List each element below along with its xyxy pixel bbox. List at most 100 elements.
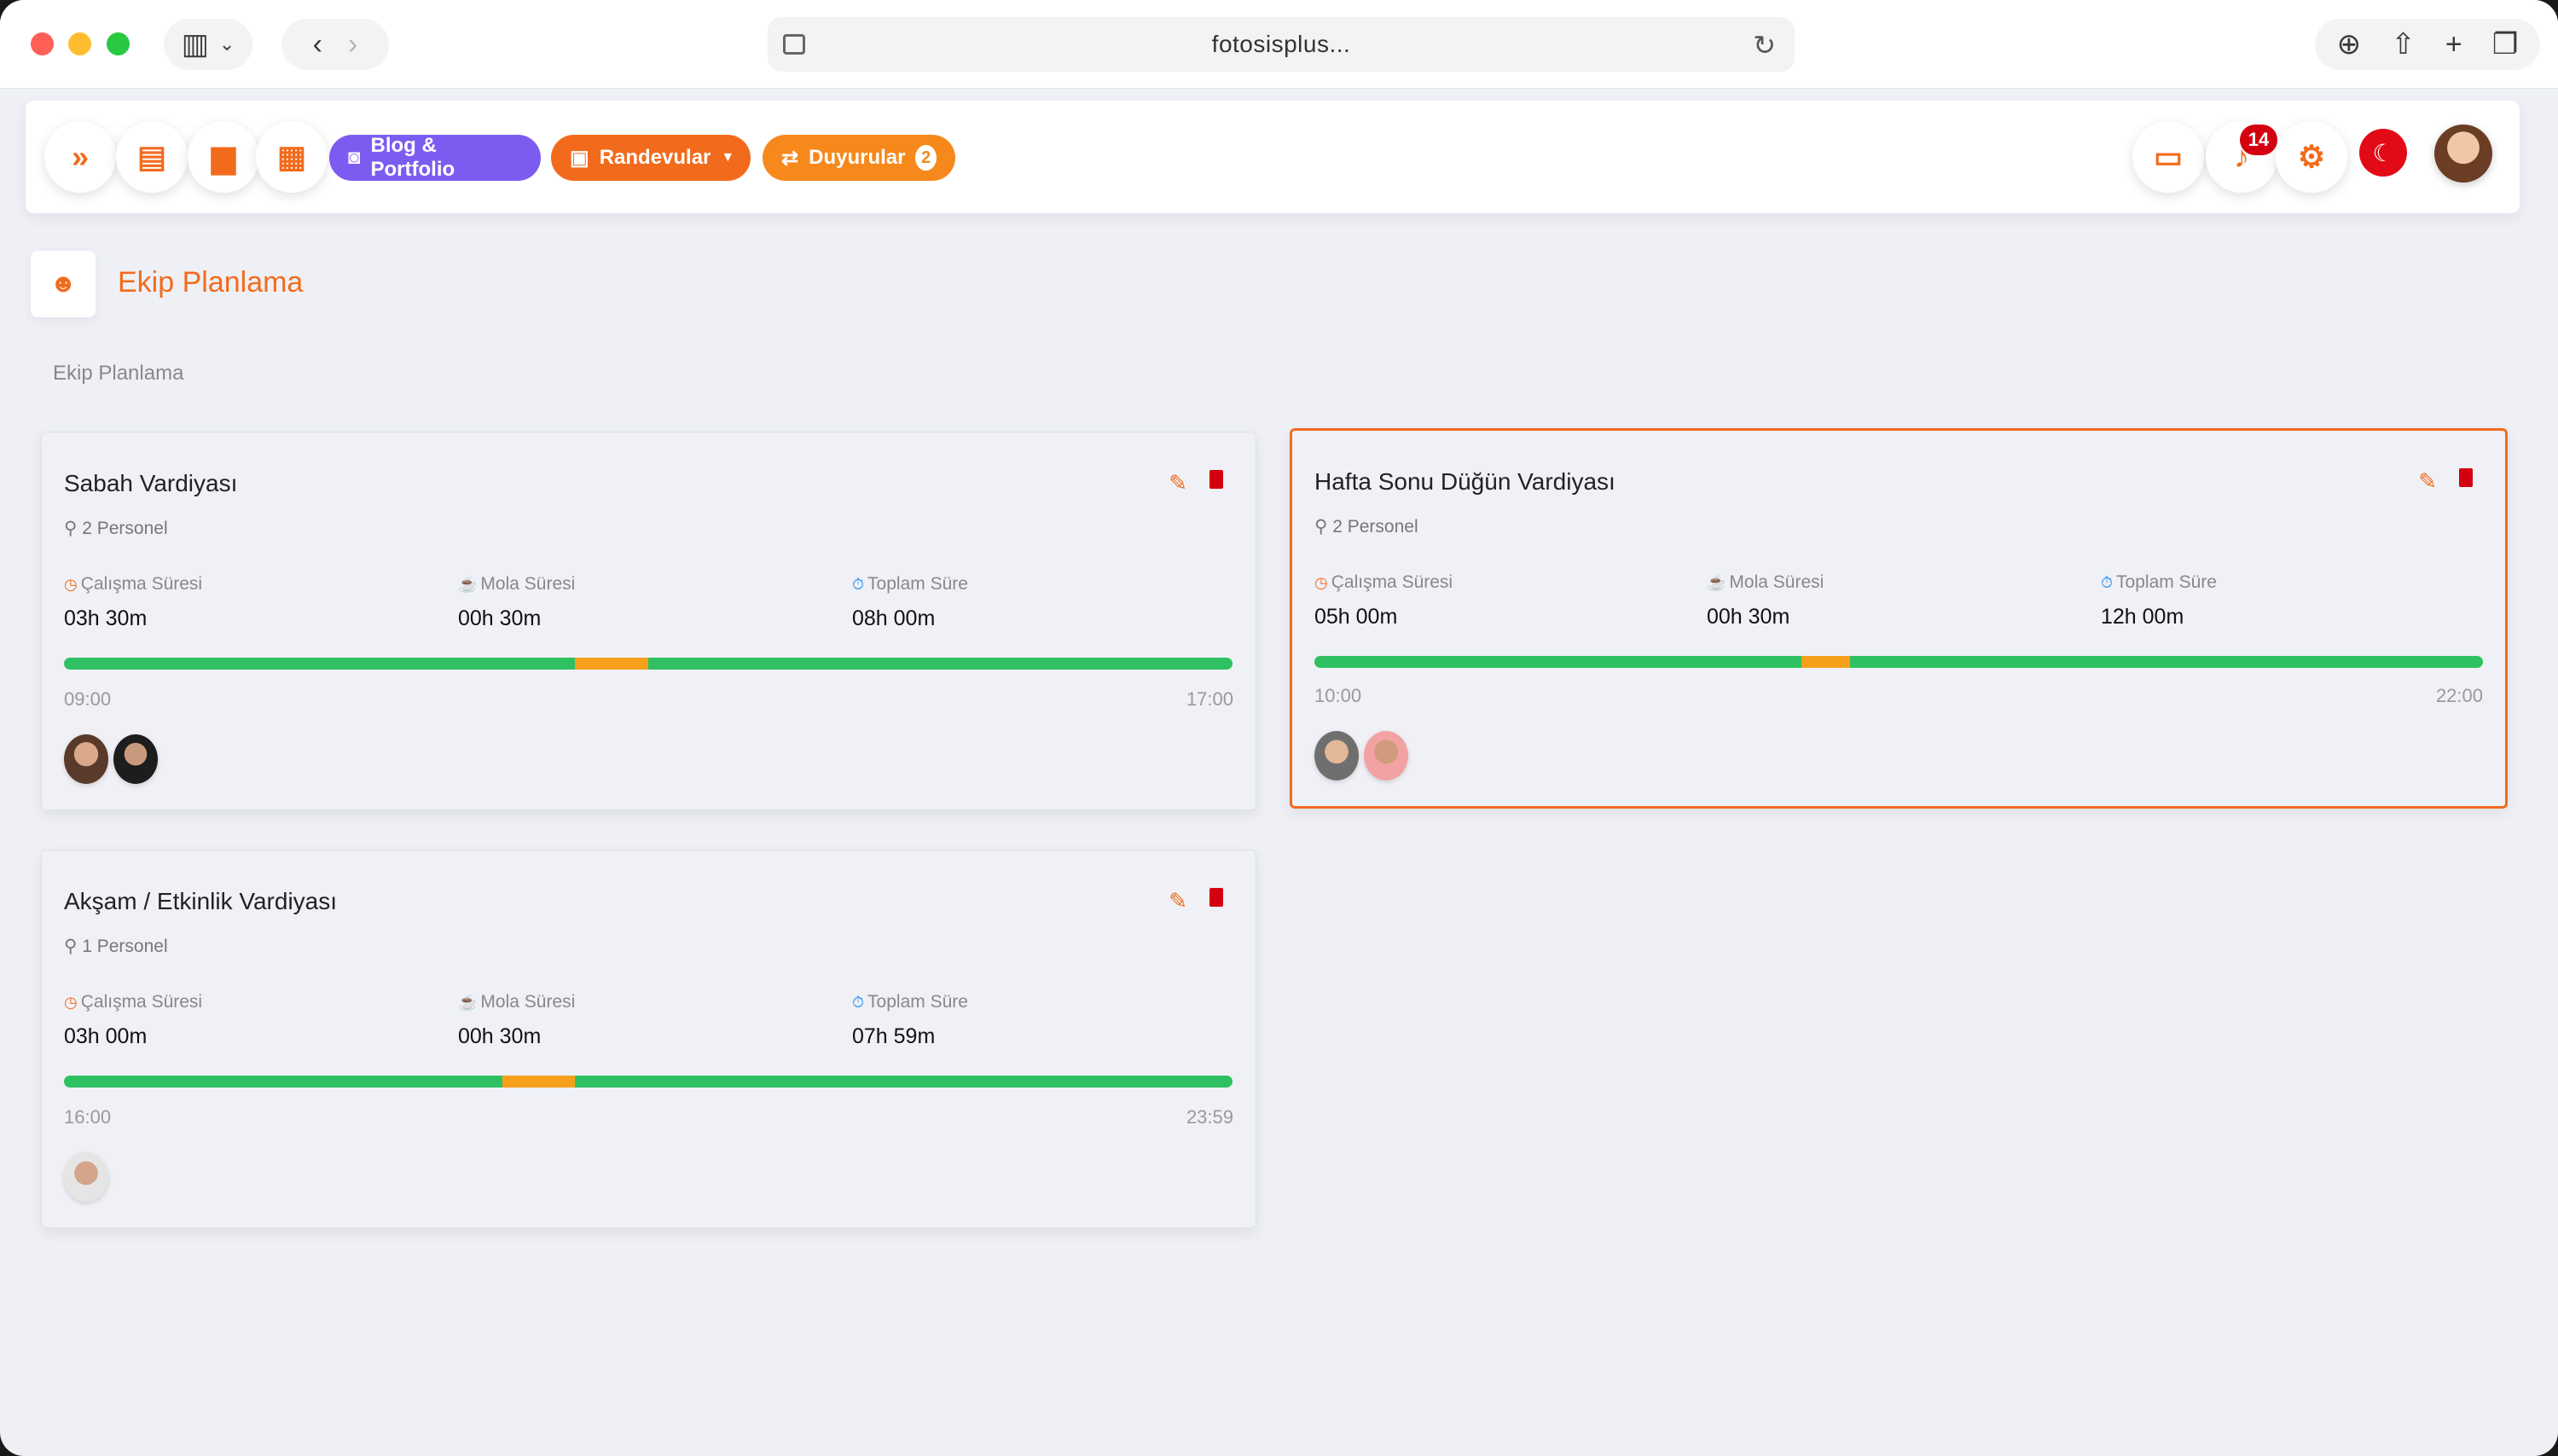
shift-title: Sabah Vardiyası	[64, 470, 238, 496]
language-flag-button[interactable]: ☾	[2359, 129, 2407, 177]
work-label: Çalışma Süresi	[80, 992, 203, 1012]
shift-card[interactable]: Hafta Sonu Düğün Vardiyası ✎ ⚲ 2 Persone…	[1290, 428, 2508, 809]
new-tab-icon[interactable]: +	[2445, 30, 2462, 59]
documents-button[interactable]: ▦	[256, 121, 328, 193]
shift-start-time: 16:00	[64, 1106, 112, 1128]
total-value: 12h 00m	[2101, 605, 2184, 629]
back-icon[interactable]: ‹	[313, 30, 322, 59]
staff-avatar[interactable]	[64, 734, 108, 784]
coffee-icon: ☕	[1707, 574, 1726, 591]
work-value: 03h 00m	[64, 1024, 148, 1048]
total-value: 07h 59m	[852, 1024, 936, 1048]
shift-end-time: 22:00	[2435, 685, 2483, 706]
shift-personnel: ⚲ 2 Personel	[64, 518, 168, 539]
work-duration: ◷ Çalışma Süresi 03h 30m	[64, 574, 202, 631]
shift-card[interactable]: Sabah Vardiyası ✎ ⚲ 2 Personel ◷ Çalışma …	[41, 432, 1256, 810]
break-value: 00h 30m	[1707, 605, 1790, 629]
randevular-dropdown[interactable]: ▣ Randevular ▼	[551, 135, 751, 181]
page-title: Ekip Planlama	[118, 266, 304, 299]
duyurular-button[interactable]: ⇄ Duyurular 2	[763, 135, 955, 181]
person-icon: ⚲	[1314, 517, 1328, 537]
edit-icon[interactable]: ✎	[1169, 470, 1187, 496]
total-label: Toplam Süre	[2116, 572, 2217, 592]
sidebar-toggle-button[interactable]: ▥ ⌄	[164, 19, 252, 70]
staff-avatar[interactable]	[113, 734, 158, 784]
break-duration: ☕ Mola Süresi 00h 30m	[458, 574, 575, 631]
shift-card[interactable]: Akşam / Etkinlik Vardiyası ✎ ⚲ 1 Persone…	[41, 850, 1256, 1228]
zoom-window-button[interactable]	[107, 32, 130, 55]
address-bar[interactable]: fotosisplus... ↻	[768, 17, 1795, 72]
delete-icon[interactable]	[1209, 888, 1223, 907]
edit-icon[interactable]: ✎	[2418, 468, 2437, 495]
work-value: 03h 30m	[64, 606, 148, 630]
total-label: Toplam Süre	[867, 574, 968, 594]
blog-portfolio-button[interactable]: ◙ Blog & Portfolio	[329, 134, 541, 181]
shift-personnel: ⚲ 1 Personel	[64, 936, 168, 957]
document-icon: ▦	[276, 139, 306, 174]
staff-avatar[interactable]	[1314, 731, 1359, 780]
shift-timeline-bar	[64, 1076, 1233, 1088]
edit-icon[interactable]: ✎	[1169, 888, 1187, 914]
user-avatar[interactable]	[2434, 125, 2492, 183]
staff-avatar[interactable]	[1364, 731, 1408, 780]
clock-icon: ◷	[1314, 574, 1328, 591]
staff-avatar[interactable]	[64, 1152, 108, 1202]
page-settings-icon[interactable]	[783, 34, 805, 55]
expand-menu-button[interactable]: »	[44, 121, 116, 193]
notifications-count-badge: 14	[2240, 125, 2277, 155]
shift-avatars	[64, 1152, 108, 1202]
close-window-button[interactable]	[31, 32, 54, 55]
delete-icon[interactable]	[1209, 470, 1223, 489]
camera-icon: ◙	[348, 146, 361, 169]
person-icon: ⚲	[64, 937, 78, 956]
work-duration: ◷ Çalışma Süresi 05h 00m	[1314, 572, 1453, 629]
break-duration: ☕ Mola Süresi 00h 30m	[1707, 572, 1824, 629]
personnel-count: 1 Personel	[82, 937, 168, 956]
break-label: Mola Süresi	[1729, 572, 1824, 592]
caret-down-icon: ▼	[721, 150, 735, 165]
breadcrumb[interactable]: Ekip Planlama	[53, 362, 183, 386]
person-icon: ⚲	[64, 519, 78, 538]
personnel-count: 2 Personel	[1332, 517, 1418, 537]
display-button[interactable]: ▭	[2132, 121, 2204, 193]
stopwatch-icon: ⏱	[852, 994, 865, 1011]
messages-button[interactable]: ▆	[188, 121, 259, 193]
turkey-flag-icon: ☾	[2372, 139, 2394, 166]
shift-title: Akşam / Etkinlik Vardiyası	[64, 888, 338, 914]
shift-end-time: 17:00	[1186, 688, 1233, 710]
navigation-buttons: ‹ ›	[281, 19, 389, 70]
shift-personnel: ⚲ 2 Personel	[1314, 516, 1418, 537]
double-chevron-right-icon: »	[71, 139, 90, 174]
forward-icon[interactable]: ›	[348, 30, 357, 59]
delete-icon[interactable]	[2459, 468, 2473, 487]
break-label: Mola Süresi	[480, 992, 576, 1012]
coffee-icon: ☕	[458, 994, 478, 1011]
settings-button[interactable]: ⚙	[2276, 121, 2347, 193]
share-icon[interactable]: ⇧	[2391, 30, 2416, 59]
shift-timeline-bar	[1314, 656, 2483, 668]
break-label: Mola Süresi	[480, 574, 576, 594]
chat-icon: ▆	[212, 139, 235, 174]
break-segment	[502, 1076, 576, 1088]
clock-icon: ◷	[64, 994, 78, 1011]
chevron-down-icon: ⌄	[218, 33, 235, 55]
browser-window: ▥ ⌄ ‹ › fotosisplus... ↻ ⊕ ⇧ + ❐ » ▤ ▆ ▦…	[0, 0, 2558, 1456]
shift-start-time: 10:00	[1314, 685, 1362, 706]
work-value: 05h 00m	[1314, 605, 1398, 629]
clock-icon: ◷	[64, 576, 78, 593]
stopwatch-icon: ⏱	[852, 576, 865, 593]
sidebar-icon: ▥	[181, 28, 209, 61]
team-icon-box: ☻	[31, 251, 96, 317]
contacts-button[interactable]: ▤	[116, 121, 188, 193]
download-icon[interactable]: ⊕	[2337, 30, 2362, 59]
total-value: 08h 00m	[852, 606, 936, 630]
shift-end-time: 23:59	[1186, 1106, 1233, 1128]
duyurular-count-badge: 2	[915, 145, 937, 171]
tab-overview-icon[interactable]: ❐	[2492, 30, 2518, 59]
team-icon: ☻	[49, 270, 77, 298]
monitor-icon: ▭	[2153, 139, 2183, 174]
reload-icon[interactable]: ↻	[1753, 29, 1776, 61]
shift-title: Hafta Sonu Düğün Vardiyası	[1314, 468, 1615, 495]
minimize-window-button[interactable]	[68, 32, 91, 55]
personnel-count: 2 Personel	[82, 519, 168, 538]
